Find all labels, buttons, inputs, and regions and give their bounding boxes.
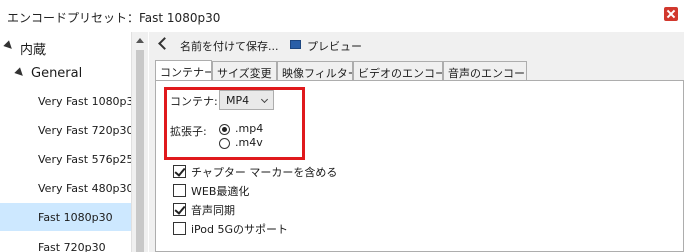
preset-item[interactable]: Very Fast 720p30 xyxy=(0,117,131,143)
expand-arrow-icon[interactable] xyxy=(3,40,15,52)
checkbox-chapter-markers[interactable] xyxy=(173,165,186,178)
preset-label: Very Fast 1080p30 xyxy=(38,95,131,108)
close-icon[interactable] xyxy=(664,7,678,21)
preset-item[interactable]: Very Fast 1080p30 xyxy=(0,88,131,114)
expand-arrow-icon[interactable] xyxy=(14,67,26,79)
tab-container[interactable]: コンテナー xyxy=(155,60,212,81)
preset-label: Very Fast 480p30 xyxy=(38,182,131,195)
toolbar: 名前を付けて保存... プレビュー xyxy=(149,32,684,58)
back-arrow-icon[interactable] xyxy=(158,37,171,50)
preview-button[interactable]: プレビュー xyxy=(307,38,362,54)
checkbox-web-optimize-label[interactable]: WEB最適化 xyxy=(191,183,249,199)
tree-node-builtin[interactable]: 内蔵 xyxy=(0,34,131,60)
preset-label: Fast 1080p30 xyxy=(38,211,113,224)
checkbox-web-optimize[interactable] xyxy=(173,184,186,197)
title-bar: エンコードプリセット：Fast 1080p30 xyxy=(0,0,684,32)
tab-audio-encode[interactable]: 音声のエンコード xyxy=(443,61,527,80)
scroll-thumb[interactable] xyxy=(136,50,144,252)
preset-tree: 内蔵 General Very Fast 1080p30 Very Fast 7… xyxy=(0,32,131,252)
tab-video-encode[interactable]: ビデオのエンコード xyxy=(353,61,443,80)
tree-node-label: 内蔵 xyxy=(20,43,47,58)
checkbox-ipod-5g-label[interactable]: iPod 5Gのサポート xyxy=(191,221,288,237)
tab-resize[interactable]: サイズ変更 xyxy=(212,61,277,80)
window-title: エンコードプリセット：Fast 1080p30 xyxy=(7,11,221,25)
checkbox-chapter-markers-label[interactable]: チャプター マーカーを含める xyxy=(191,164,337,180)
container-tab-content: コンテナ: MP4 拡張子: .mp4 .m4v チャプター マーカーを含める … xyxy=(155,80,684,252)
tree-node-label: General xyxy=(31,66,83,81)
checkbox-audio-sync-label[interactable]: 音声同期 xyxy=(191,202,235,218)
tab-video-filters[interactable]: 映像フィルター xyxy=(277,61,353,80)
preview-icon[interactable] xyxy=(290,40,301,49)
checkbox-ipod-5g[interactable] xyxy=(173,222,186,235)
tree-scrollbar[interactable] xyxy=(131,32,148,252)
preset-label: Very Fast 720p30 xyxy=(38,124,131,137)
highlight-box xyxy=(164,87,305,160)
preset-label: Very Fast 576p25 xyxy=(38,153,131,166)
preset-item-selected[interactable]: Fast 1080p30 xyxy=(0,203,131,231)
preset-item[interactable]: Fast 720p30 xyxy=(0,234,131,252)
scroll-up-icon[interactable] xyxy=(136,38,144,43)
save-as-button[interactable]: 名前を付けて保存... xyxy=(180,38,279,54)
preset-item[interactable]: Very Fast 480p30 xyxy=(0,175,131,201)
preset-details-panel: 名前を付けて保存... プレビュー コンテナー サイズ変更 映像フィルター ビデ… xyxy=(149,32,684,252)
preset-item[interactable]: Very Fast 576p25 xyxy=(0,146,131,172)
preset-label: Fast 720p30 xyxy=(38,241,106,252)
tree-node-general[interactable]: General xyxy=(0,61,131,87)
checkbox-audio-sync[interactable] xyxy=(173,203,186,216)
